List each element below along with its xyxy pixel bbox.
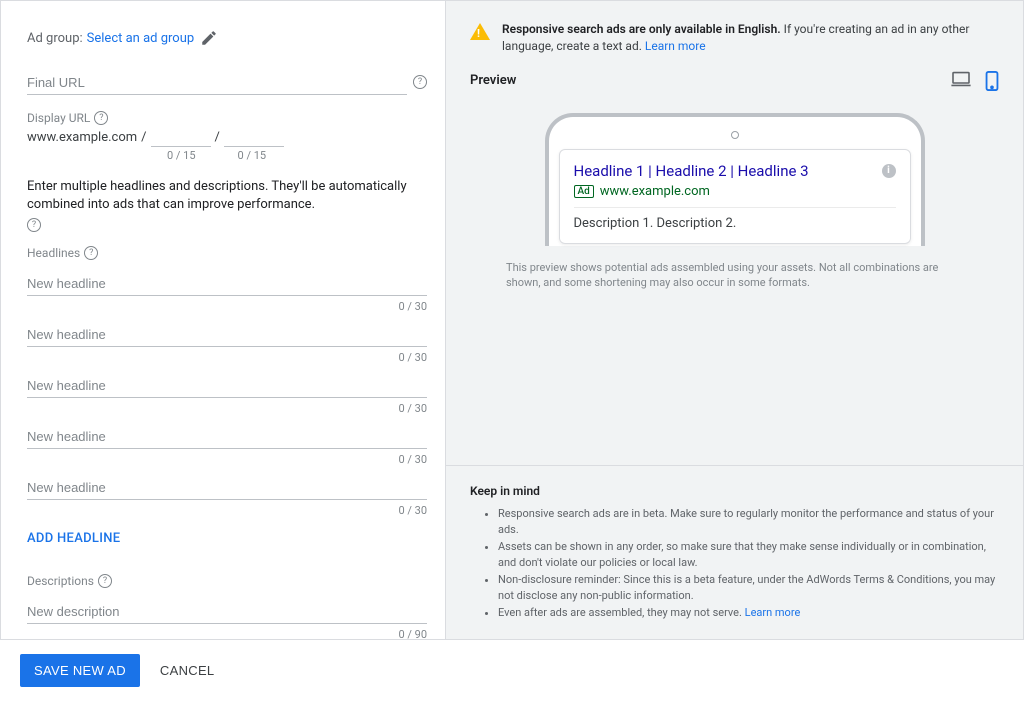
ad-badge: Ad: [574, 185, 594, 198]
preview-panel: Responsive search ads are only available…: [446, 1, 1023, 639]
cancel-button[interactable]: CANCEL: [160, 663, 215, 678]
intro-text: Enter multiple headlines and description…: [27, 178, 427, 214]
headline-input-5[interactable]: [27, 474, 427, 500]
preview-note: This preview shows potential ads assembl…: [446, 254, 1023, 291]
warning-bold: Responsive search ads are only available…: [502, 22, 781, 36]
path2-counter: 0 / 15: [238, 149, 267, 162]
ad-preview-card: Headline 1 | Headline 2 | Headline 3 i A…: [559, 149, 911, 244]
keep-item: Non-disclosure reminder: Since this is a…: [498, 572, 999, 605]
help-icon[interactable]: ?: [413, 75, 427, 89]
description-input-1[interactable]: [27, 598, 427, 624]
phone-speaker-icon: [731, 131, 739, 139]
mobile-icon[interactable]: [985, 71, 999, 91]
ad-group-label: Ad group:: [27, 31, 83, 46]
select-ad-group-link[interactable]: Select an ad group: [87, 31, 195, 46]
ad-headline-preview: Headline 1 | Headline 2 | Headline 3: [574, 162, 809, 180]
learn-more-link[interactable]: Learn more: [645, 39, 706, 53]
keep-item: Assets can be shown in any order, so mak…: [498, 539, 999, 572]
headline-input-1[interactable]: [27, 270, 427, 296]
info-icon[interactable]: i: [882, 164, 896, 178]
headline-counter: 0 / 30: [27, 504, 427, 517]
final-url-input[interactable]: [27, 69, 407, 95]
headline-counter: 0 / 30: [27, 351, 427, 364]
save-new-ad-button[interactable]: SAVE NEW AD: [20, 654, 140, 687]
ad-group-selector: Ad group: Select an ad group: [27, 29, 427, 47]
warning-icon: [470, 23, 490, 40]
ad-description-preview: Description 1. Description 2.: [574, 216, 896, 231]
desktop-icon[interactable]: [951, 71, 971, 87]
headline-counter: 0 / 30: [27, 402, 427, 415]
pencil-icon[interactable]: [200, 29, 218, 47]
footer-actions: SAVE NEW AD CANCEL: [0, 640, 1024, 701]
headline-counter: 0 / 30: [27, 300, 427, 313]
display-domain: www.example.com: [27, 130, 137, 145]
path-separator: /: [141, 130, 146, 145]
path1-counter: 0 / 15: [167, 149, 196, 162]
keep-item: Responsive search ads are in beta. Make …: [498, 506, 999, 539]
keep-item: Even after ads are assembled, they may n…: [498, 605, 999, 622]
keep-in-mind-section: Keep in mind Responsive search ads are i…: [446, 465, 1023, 640]
path1-input[interactable]: [151, 127, 211, 147]
preview-title: Preview: [470, 73, 516, 88]
headlines-label: Headlines: [27, 246, 80, 260]
path-separator: /: [215, 130, 220, 145]
ad-editor-panel: Ad group: Select an ad group ? Display U…: [1, 1, 446, 639]
headline-input-3[interactable]: [27, 372, 427, 398]
help-icon[interactable]: ?: [84, 246, 98, 260]
descriptions-label: Descriptions: [27, 574, 94, 588]
learn-more-link[interactable]: Learn more: [745, 606, 801, 619]
phone-preview-frame: Headline 1 | Headline 2 | Headline 3 i A…: [545, 113, 925, 246]
headline-counter: 0 / 30: [27, 453, 427, 466]
help-icon[interactable]: ?: [98, 574, 112, 588]
keep-in-mind-title: Keep in mind: [470, 484, 999, 498]
headline-input-2[interactable]: [27, 321, 427, 347]
path2-input[interactable]: [224, 127, 284, 147]
display-url-label: Display URL: [27, 111, 90, 125]
description-counter: 0 / 90: [27, 628, 427, 639]
help-icon[interactable]: ?: [27, 218, 41, 232]
help-icon[interactable]: ?: [94, 111, 108, 125]
headline-input-4[interactable]: [27, 423, 427, 449]
ad-url-preview: www.example.com: [600, 184, 710, 199]
warning-banner: Responsive search ads are only available…: [446, 1, 1023, 67]
add-headline-button[interactable]: ADD HEADLINE: [27, 531, 120, 546]
